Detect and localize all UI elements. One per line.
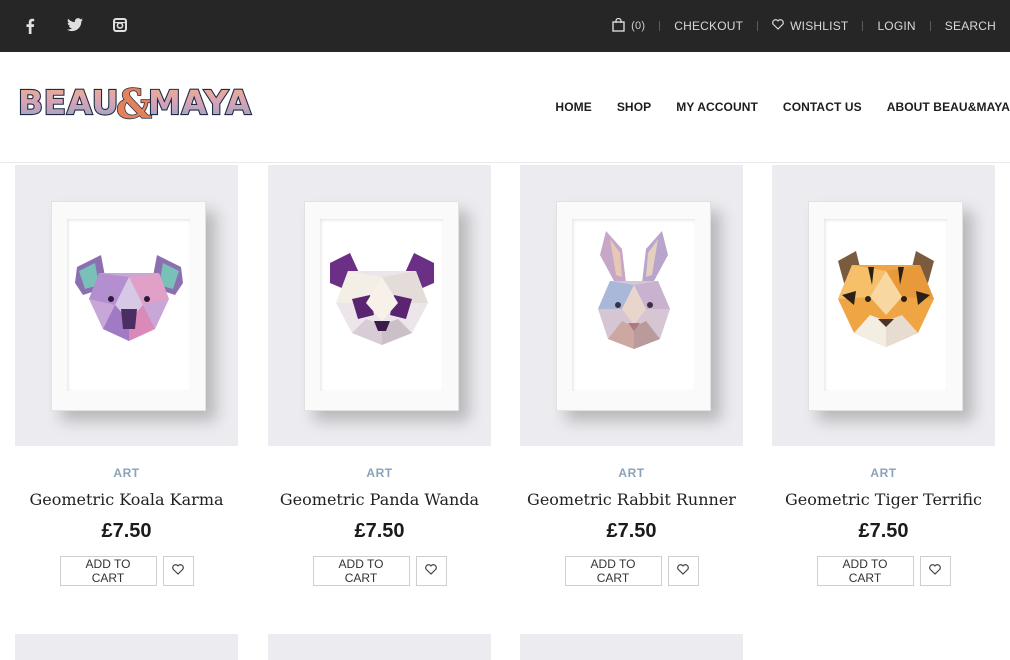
top-bar: (0) CHECKOUT WISHLIST LOGIN SEARCH xyxy=(0,0,1010,52)
heart-icon xyxy=(172,562,184,580)
frame-image xyxy=(51,201,206,411)
heart-icon xyxy=(772,19,784,33)
frame-image xyxy=(556,201,711,411)
product-image-partial[interactable] xyxy=(15,634,238,660)
heart-icon xyxy=(929,562,941,580)
cart-link[interactable]: (0) xyxy=(612,17,646,35)
nav-my-account[interactable]: MY ACCOUNT xyxy=(676,100,758,114)
product-image[interactable] xyxy=(772,165,995,446)
instagram-icon[interactable] xyxy=(113,18,127,37)
add-to-cart-button[interactable]: ADD TO CART xyxy=(59,556,157,586)
divider xyxy=(929,21,931,31)
product-card: ART Geometric Panda Wanda £7.50 ADD TO C… xyxy=(268,165,491,586)
product-actions: ADD TO CART xyxy=(520,556,743,586)
nav-shop[interactable]: SHOP xyxy=(617,100,651,114)
checkout-link[interactable]: CHECKOUT xyxy=(674,19,743,33)
product-price: £7.50 xyxy=(101,520,152,542)
product-price: £7.50 xyxy=(606,520,657,542)
site-header: BEAU & MAYA HOME SHOP MY ACCOUNT CONTACT… xyxy=(0,52,1010,163)
rabbit-art xyxy=(598,231,670,349)
twitter-icon[interactable] xyxy=(67,18,83,37)
product-category[interactable]: ART xyxy=(15,466,238,481)
shopping-bag-icon xyxy=(612,17,625,35)
product-actions: ADD TO CART xyxy=(772,556,995,586)
product-image[interactable] xyxy=(15,165,238,446)
facebook-icon[interactable] xyxy=(25,18,35,39)
svg-text:MAYA: MAYA xyxy=(148,83,252,122)
add-to-wishlist-button[interactable] xyxy=(415,556,447,586)
koala-art xyxy=(75,255,183,341)
divider xyxy=(757,21,759,31)
add-to-wishlist-button[interactable] xyxy=(162,556,194,586)
top-nav: (0) CHECKOUT WISHLIST LOGIN SEARCH xyxy=(612,0,996,52)
wishlist-link[interactable]: WISHLIST xyxy=(772,19,848,33)
search-link[interactable]: SEARCH xyxy=(945,19,996,33)
frame-image xyxy=(808,201,963,411)
svg-text:&: & xyxy=(116,81,152,124)
heart-icon xyxy=(677,562,689,580)
product-actions: ADD TO CART xyxy=(15,556,238,586)
product-image-partial[interactable] xyxy=(520,634,743,660)
nav-about[interactable]: ABOUT BEAU&MAYA xyxy=(887,100,1010,114)
product-name[interactable]: Geometric Tiger Terrific xyxy=(772,490,995,510)
divider xyxy=(659,21,661,31)
cart-count: (0) xyxy=(631,20,646,32)
product-name[interactable]: Geometric Koala Karma xyxy=(15,490,238,510)
main-nav: HOME SHOP MY ACCOUNT CONTACT US ABOUT BE… xyxy=(530,100,1010,114)
product-category[interactable]: ART xyxy=(772,466,995,481)
add-to-cart-button[interactable]: ADD TO CART xyxy=(564,556,662,586)
product-image[interactable] xyxy=(268,165,491,446)
product-card: ART Geometric Tiger Terrific £7.50 ADD T… xyxy=(772,165,995,586)
divider xyxy=(862,21,864,31)
brand-logo[interactable]: BEAU & MAYA xyxy=(16,80,266,129)
panda-art xyxy=(330,253,434,345)
heart-icon xyxy=(425,562,437,580)
add-to-cart-button[interactable]: ADD TO CART xyxy=(312,556,410,586)
wishlist-label: WISHLIST xyxy=(790,19,849,33)
product-price: £7.50 xyxy=(354,520,405,542)
product-category[interactable]: ART xyxy=(268,466,491,481)
frame-image xyxy=(304,201,459,411)
login-link[interactable]: LOGIN xyxy=(877,19,915,33)
product-card: ART Geometric Rabbit Runner £7.50 ADD TO… xyxy=(520,165,743,586)
nav-home[interactable]: HOME xyxy=(555,100,591,114)
tiger-art xyxy=(838,251,934,347)
product-name[interactable]: Geometric Rabbit Runner xyxy=(520,490,743,510)
add-to-wishlist-button[interactable] xyxy=(919,556,951,586)
product-price: £7.50 xyxy=(858,520,909,542)
product-card: ART Geometric Koala Karma £7.50 ADD TO C… xyxy=(15,165,238,586)
product-image[interactable] xyxy=(520,165,743,446)
product-actions: ADD TO CART xyxy=(268,556,491,586)
svg-text:BEAU: BEAU xyxy=(18,83,119,122)
add-to-cart-button[interactable]: ADD TO CART xyxy=(816,556,914,586)
nav-contact-us[interactable]: CONTACT US xyxy=(783,100,862,114)
add-to-wishlist-button[interactable] xyxy=(667,556,699,586)
product-category[interactable]: ART xyxy=(520,466,743,481)
product-name[interactable]: Geometric Panda Wanda xyxy=(268,490,491,510)
product-image-partial[interactable] xyxy=(268,634,491,660)
